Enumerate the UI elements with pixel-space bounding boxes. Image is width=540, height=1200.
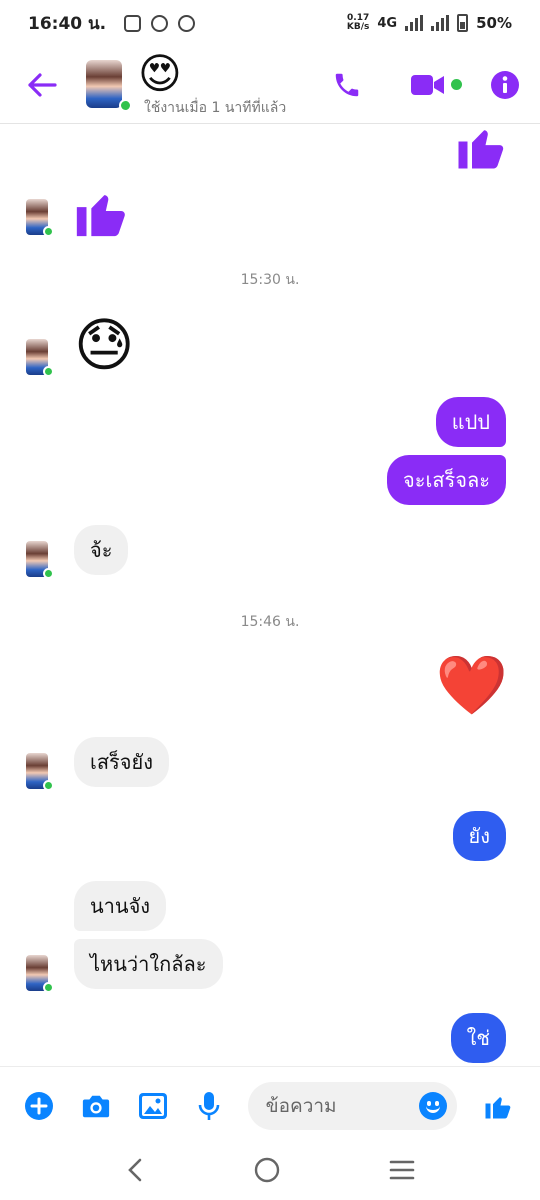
plus-circle-icon bbox=[25, 1091, 53, 1120]
message-list[interactable]: 15:30 น. 😓 แปป จะเสร็จละ จ้ะ 15:46 น. ❤️… bbox=[0, 125, 540, 1066]
avatar-photo bbox=[86, 59, 122, 108]
contact-info[interactable]: ใช้งานเมื่อ 1 นาทีที่แล้ว 😍 bbox=[138, 50, 314, 116]
timestamp: 15:30 น. bbox=[240, 272, 300, 288]
message-input[interactable] bbox=[265, 1094, 416, 1117]
message-sent[interactable]: จะเสร็จละ bbox=[387, 455, 506, 505]
notification-icon bbox=[151, 14, 169, 32]
sender-avatar[interactable] bbox=[26, 955, 54, 993]
timestamp: 15:46 น. bbox=[240, 614, 300, 630]
thumbs-up-sent[interactable] bbox=[454, 125, 508, 185]
battery-icon bbox=[457, 14, 469, 32]
menu-lines-icon bbox=[390, 1160, 415, 1180]
messenger-icon bbox=[178, 14, 196, 32]
active-status: ใช้งานเมื่อ 1 นาทีที่แล้ว bbox=[144, 99, 287, 116]
back-button[interactable] bbox=[12, 55, 72, 115]
network-speed: 0.17 KB/s bbox=[346, 13, 370, 32]
message-received[interactable]: จ้ะ bbox=[74, 525, 129, 575]
info-button[interactable] bbox=[490, 70, 520, 100]
contact-name-emoji: 😍 bbox=[138, 48, 182, 98]
info-icon bbox=[491, 70, 519, 99]
message-received[interactable]: นานจัง bbox=[74, 881, 167, 931]
emoji-button[interactable] bbox=[419, 1091, 447, 1120]
sender-avatar[interactable] bbox=[26, 541, 54, 579]
video-call-button[interactable] bbox=[410, 72, 462, 98]
back-arrow-icon bbox=[28, 72, 57, 97]
phone-icon bbox=[335, 73, 359, 96]
signal-icon bbox=[405, 15, 424, 31]
battery-level: 50% bbox=[476, 14, 512, 32]
message-input-container[interactable] bbox=[247, 1081, 457, 1130]
sender-avatar[interactable] bbox=[26, 753, 54, 791]
thumbs-up-icon bbox=[76, 195, 125, 237]
voice-message-button[interactable] bbox=[195, 1091, 223, 1121]
message-received[interactable]: เสร็จยัง bbox=[74, 737, 169, 787]
sender-avatar[interactable] bbox=[26, 199, 54, 237]
camera-icon bbox=[82, 1095, 110, 1117]
microphone-icon bbox=[198, 1091, 220, 1120]
network-type: 4G bbox=[377, 15, 398, 31]
message-sent[interactable]: ยัง bbox=[452, 811, 506, 861]
video-camera-icon bbox=[411, 74, 444, 95]
smiley-icon bbox=[426, 1106, 440, 1113]
status-time: 16:40 น. bbox=[28, 13, 107, 34]
message-sent[interactable]: แปป bbox=[435, 397, 506, 447]
home-circle-icon bbox=[254, 1157, 280, 1183]
nav-back-button[interactable] bbox=[125, 1157, 145, 1187]
thumbs-up-icon bbox=[485, 1096, 511, 1118]
signal-icon-2 bbox=[431, 15, 450, 31]
more-actions-button[interactable] bbox=[24, 1091, 54, 1121]
status-bar: 16:40 น. 0.17 KB/s 4G 50% bbox=[0, 0, 540, 46]
voice-call-button[interactable] bbox=[332, 70, 362, 100]
message-received[interactable]: ไหนว่าใกล้ละ bbox=[74, 939, 223, 989]
chevron-left-icon bbox=[127, 1158, 141, 1182]
camera-button[interactable] bbox=[81, 1091, 111, 1121]
thumbs-up-received[interactable] bbox=[72, 183, 130, 253]
nav-recents-button[interactable] bbox=[389, 1159, 415, 1185]
send-like-button[interactable] bbox=[483, 1091, 513, 1121]
screenshot-icon bbox=[124, 14, 142, 32]
message-composer bbox=[0, 1066, 540, 1144]
contact-avatar[interactable] bbox=[86, 59, 132, 112]
heart-message-sent[interactable]: ❤️ bbox=[436, 653, 508, 717]
sender-avatar[interactable] bbox=[26, 339, 54, 377]
system-navigation-bar bbox=[0, 1144, 540, 1200]
sad-sweat-emoji-message[interactable]: 😓 bbox=[74, 313, 134, 377]
thumbs-up-icon bbox=[458, 130, 504, 169]
message-sent[interactable]: ใช่ bbox=[450, 1013, 506, 1063]
gallery-button[interactable] bbox=[138, 1091, 168, 1121]
online-indicator bbox=[119, 98, 132, 112]
conversation-header: ใช้งานเมื่อ 1 นาทีที่แล้ว 😍 bbox=[0, 46, 540, 124]
image-icon bbox=[139, 1092, 167, 1119]
nav-home-button[interactable] bbox=[254, 1157, 280, 1187]
video-active-dot bbox=[451, 78, 462, 90]
